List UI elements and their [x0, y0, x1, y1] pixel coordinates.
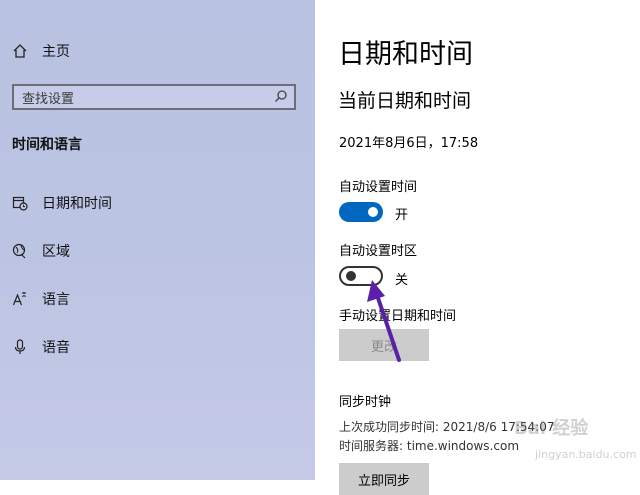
annotation-arrow — [367, 280, 401, 362]
watermark-logo: Bai 经验 — [514, 418, 589, 439]
watermark-url: jingyan.baidu.com — [535, 448, 637, 461]
